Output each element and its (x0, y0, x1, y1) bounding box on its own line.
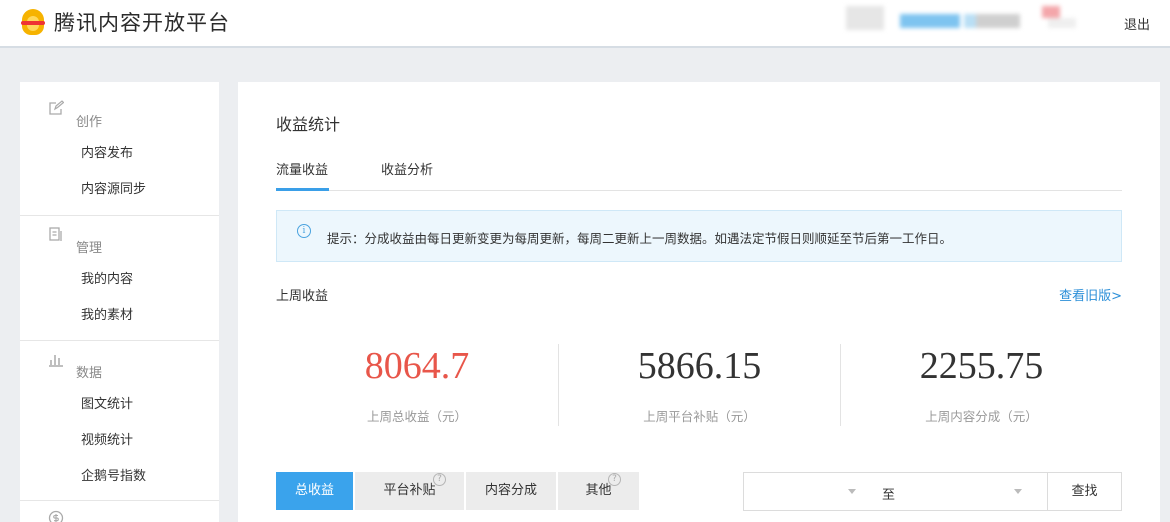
chevron-down-icon[interactable] (1014, 489, 1022, 494)
sidebar-group-title: 数据 (76, 366, 103, 381)
revenue-stats: 8064.7 上周总收益（元） 5866.15 上周平台补贴（元） 2255.7… (276, 344, 1122, 426)
top-header: 腾讯内容开放平台 退出 (0, 0, 1170, 48)
tab-revenue-analysis[interactable]: 收益分析 (381, 159, 433, 191)
sidebar-group-create: 创作 内容发布 内容源同步 (20, 82, 219, 216)
stat-value: 2255.75 (919, 345, 1044, 387)
chart-icon (49, 355, 63, 367)
info-icon: i (297, 224, 311, 238)
sidebar-group-title: 管理 (76, 241, 103, 256)
sidebar-item-penguin-index[interactable]: 企鹅号指数 (20, 459, 219, 495)
filter-label: 总收益 (294, 483, 334, 498)
sidebar-item-article-stats[interactable]: 图文统计 (20, 387, 219, 423)
notice-banner: i 提示：分成收益由每日更新变更为每周更新，每周二更新上一周数据。如遇法定节假日… (276, 210, 1122, 262)
section-label: 上周收益 (276, 289, 329, 304)
stat-content-share: 2255.75 上周内容分成（元） (840, 344, 1122, 426)
notice-text: 提示：分成收益由每日更新变更为每周更新，每周二更新上一周数据。如遇法定节假日则顺… (327, 231, 953, 246)
chevron-down-icon[interactable] (848, 489, 856, 494)
logout-link[interactable]: 退出 (1124, 14, 1150, 33)
main-panel: 收益统计 流量收益 收益分析 i 提示：分成收益由每日更新变更为每周更新，每周二… (238, 82, 1160, 522)
tab-bar: 流量收益 收益分析 (276, 146, 1122, 191)
sidebar: 创作 内容发布 内容源同步 管理 我的内容 我的素材 数据 图文统计 视频统计 … (20, 82, 219, 522)
tab-traffic-revenue[interactable]: 流量收益 (276, 159, 329, 191)
help-icon[interactable]: ? (433, 473, 446, 486)
sidebar-group-title: 创作 (76, 115, 103, 130)
sidebar-item-content-publish[interactable]: 内容发布 (20, 136, 219, 172)
filter-total-revenue[interactable]: 总收益 (276, 472, 354, 510)
stat-caption: 上周总收益（元） (366, 409, 467, 424)
help-icon[interactable]: ? (608, 473, 621, 486)
sidebar-item-video-stats[interactable]: 视频统计 (20, 423, 219, 459)
date-range-picker[interactable]: 至 (743, 472, 1048, 511)
date-range-separator: 至 (882, 488, 896, 503)
stat-value: 5866.15 (637, 345, 762, 387)
sidebar-group-manage: 管理 我的内容 我的素材 (20, 216, 219, 341)
sidebar-item-source-sync[interactable]: 内容源同步 (20, 172, 219, 208)
user-info-blurred (846, 6, 1086, 30)
sidebar-item-my-content[interactable]: 我的内容 (20, 262, 219, 298)
edit-icon (49, 100, 64, 115)
view-old-version-link[interactable]: 查看旧版> (1059, 285, 1122, 304)
stat-total-revenue: 8064.7 上周总收益（元） (276, 344, 558, 426)
filter-label: 其他 (585, 483, 612, 498)
filter-other[interactable]: 其他 ? (558, 472, 640, 510)
sidebar-group-data: 数据 图文统计 视频统计 企鹅号指数 (20, 341, 219, 501)
manage-icon (49, 227, 62, 241)
money-icon (48, 510, 64, 522)
stat-caption: 上周内容分成（元） (925, 409, 1038, 424)
brand-name: 腾讯内容开放平台 (54, 11, 230, 35)
page-title: 收益统计 (276, 115, 341, 134)
stat-platform-subsidy: 5866.15 上周平台补贴（元） (558, 344, 840, 426)
brand-logo[interactable]: 腾讯内容开放平台 (18, 6, 230, 38)
stat-value: 8064.7 (364, 345, 470, 387)
stat-caption: 上周平台补贴（元） (643, 409, 756, 424)
filter-label: 内容分成 (484, 483, 537, 498)
filter-platform-subsidy[interactable]: 平台补贴 ? (355, 472, 465, 510)
search-button[interactable]: 查找 (1047, 472, 1122, 511)
filter-content-share[interactable]: 内容分成 (466, 472, 557, 510)
penguin-logo-icon (18, 7, 48, 37)
filter-label: 平台补贴 (383, 483, 436, 498)
sidebar-item-my-materials[interactable]: 我的素材 (20, 298, 219, 334)
